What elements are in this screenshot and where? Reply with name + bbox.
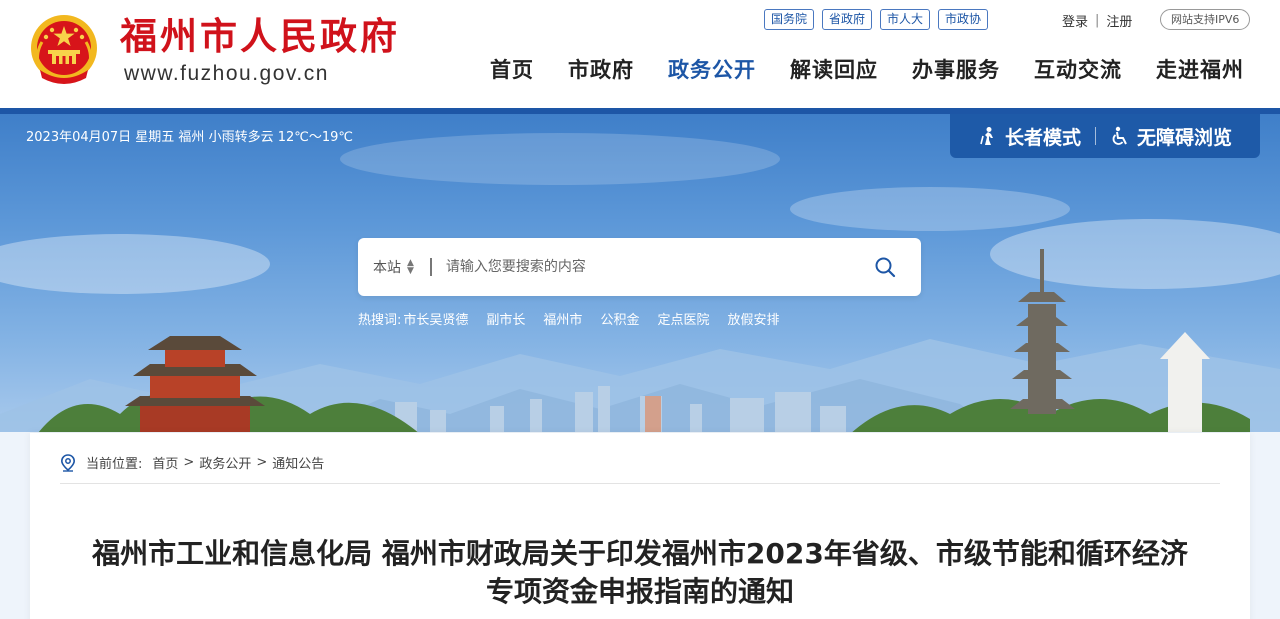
breadcrumb-notices[interactable]: 通知公告: [272, 453, 324, 472]
breadcrumb-separator: >: [256, 455, 268, 470]
location-icon: [60, 453, 76, 472]
auth-separator: |: [1095, 13, 1100, 28]
accessible-browse-label: 无障碍浏览: [1137, 126, 1233, 149]
search-box: 本站 ▲ ▼: [358, 238, 921, 296]
nav-item-city-gov[interactable]: 市政府: [568, 54, 634, 86]
hot-word-holidays[interactable]: 放假安排: [727, 309, 779, 328]
login-link[interactable]: 登录: [1062, 11, 1088, 30]
national-emblem-icon: [31, 15, 97, 84]
hot-search-label: 热搜词:: [358, 313, 402, 328]
hot-search-words: 热搜词: 市长吴贤德 副市长 福州市 公积金 定点医院 放假安排: [358, 309, 779, 328]
breadcrumb-label: 当前位置:: [86, 457, 143, 472]
search-divider: [429, 258, 432, 276]
ipv6-badge: 网站支持IPV6: [1160, 9, 1251, 30]
breadcrumb-gov-affairs[interactable]: 政务公开: [199, 453, 251, 472]
nav-item-interaction[interactable]: 互动交流: [1034, 54, 1122, 86]
elder-mode-label: 长者模式: [1004, 126, 1081, 149]
article-title: 福州市工业和信息化局 福州市财政局关于印发福州市2023年省级、市级节能和循环经…: [92, 537, 1188, 608]
nav-item-services[interactable]: 办事服务: [912, 54, 1000, 86]
search-input[interactable]: [445, 247, 865, 287]
date-weather-text: 2023年04月07日 星期五 福州 小雨转多云 12℃～19℃: [26, 130, 353, 145]
register-link[interactable]: 注册: [1106, 11, 1132, 30]
top-link-state-council[interactable]: 国务院: [764, 9, 815, 30]
search-scope-select[interactable]: 本站 ▲ ▼: [373, 257, 414, 277]
hot-word-hospitals[interactable]: 定点医院: [657, 309, 709, 328]
nav-item-interpretation[interactable]: 解读回应: [790, 54, 878, 86]
site-name: 福州市人民政府: [120, 14, 400, 58]
article-card: 当前位置: 首页 > 政务公开 > 通知公告 福州市工业和信息化局 福州市财政局…: [30, 433, 1250, 619]
site-url: www.fuzhou.gov.cn: [124, 62, 329, 85]
scope-arrow-icon: ▲ ▼: [407, 258, 414, 276]
search-button[interactable]: [865, 247, 905, 287]
nav-item-gov-affairs[interactable]: 政务公开: [668, 54, 756, 86]
nav-item-home[interactable]: 首页: [490, 54, 534, 86]
elder-icon: [980, 127, 993, 145]
top-link-peoples-congress[interactable]: 市人大: [880, 9, 931, 30]
top-links: 国务院 省政府 市人大 市政协: [764, 9, 989, 30]
top-link-provincial-gov[interactable]: 省政府: [822, 9, 873, 30]
search-icon: [875, 257, 896, 278]
search-scope-label: 本站: [373, 260, 401, 276]
breadcrumb-home[interactable]: 首页: [152, 453, 178, 472]
breadcrumb-separator: >: [183, 455, 195, 470]
hot-word-vice-mayor[interactable]: 副市长: [486, 309, 525, 328]
elder-mode-button[interactable]: 长者模式: [978, 123, 1081, 150]
access-separator: [1095, 127, 1096, 145]
hot-word-mayor[interactable]: 市长吴贤德: [403, 309, 468, 328]
hot-word-fuzhou[interactable]: 福州市: [543, 309, 582, 328]
wheelchair-icon: [1112, 126, 1127, 145]
top-link-cppcc[interactable]: 市政协: [938, 9, 989, 30]
breadcrumb: 当前位置: 首页 > 政务公开 > 通知公告: [60, 453, 324, 472]
nav-item-about-fuzhou[interactable]: 走进福州: [1156, 54, 1244, 86]
hot-word-housing-fund[interactable]: 公积金: [600, 309, 639, 328]
accessible-browse-button[interactable]: 无障碍浏览: [1110, 123, 1232, 150]
main-nav: 首页 市政府 政务公开 解读回应 办事服务 互动交流 走进福州: [490, 54, 1244, 86]
accessibility-bar: 长者模式 无障碍浏览: [950, 114, 1260, 158]
auth-links: 登录 | 注册: [1062, 11, 1132, 30]
breadcrumb-divider: [60, 483, 1220, 484]
site-header: 福州市人民政府 www.fuzhou.gov.cn 国务院 省政府 市人大 市政…: [0, 0, 1280, 108]
